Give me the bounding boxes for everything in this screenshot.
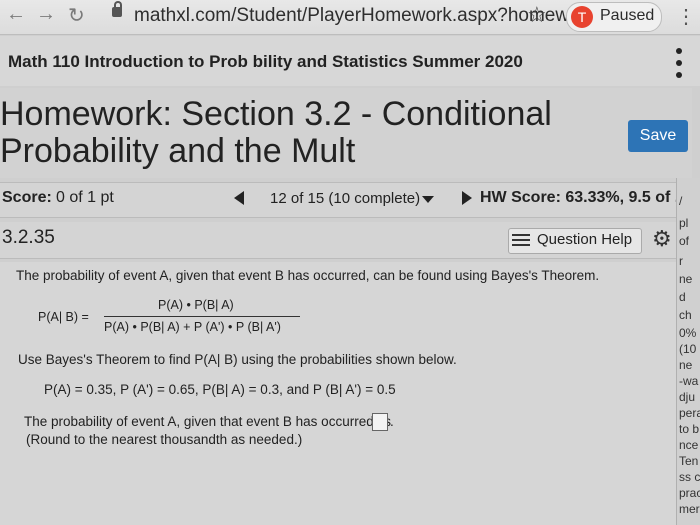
side-fragment: pera — [679, 406, 700, 420]
profile-avatar: T — [571, 6, 593, 28]
side-fragment: of — [679, 234, 690, 248]
bookmark-star-icon[interactable]: ☆ — [527, 2, 547, 28]
side-fragment: n — [679, 178, 686, 180]
side-fragment: / — [679, 194, 683, 208]
side-fragment: -wa — [679, 374, 699, 388]
instruction-text: Use Bayes's Theorem to find P(A| B) usin… — [18, 352, 457, 367]
side-panel-clipped: n / pl of r ne d ch 0% (10 ne -wa dju pe… — [676, 178, 700, 525]
question-selector[interactable]: 12 of 15 (10 complete) — [270, 190, 420, 207]
given-probabilities: P(A) = 0.35, P (A') = 0.65, P(B| A) = 0.… — [44, 382, 396, 397]
side-fragment: mer — [679, 502, 700, 516]
rounding-note: (Round to the nearest thousandth as need… — [26, 432, 303, 447]
list-icon — [512, 234, 530, 246]
side-fragment: ch — [679, 308, 692, 322]
hw-score: HW Score: 63.33%, 9.5 of ... — [480, 189, 689, 206]
save-button[interactable]: Save — [628, 120, 688, 152]
reload-icon[interactable]: ↻ — [68, 3, 85, 28]
options-menu-icon[interactable] — [672, 48, 686, 78]
formula-numerator: P(A) • P(B| A) — [158, 298, 234, 312]
fraction-bar — [104, 316, 300, 317]
side-fragment: nce — [679, 438, 699, 452]
intro-text: The probability of event A, given that e… — [16, 268, 600, 283]
side-fragment: prac — [679, 486, 700, 500]
question-help-label: Question Help — [537, 231, 633, 248]
homework-title-line2: Probability and the Mult — [0, 132, 356, 170]
course-title: Math 110 Introduction to Prob bility and… — [8, 52, 523, 71]
side-fragment: to b — [679, 422, 700, 436]
side-fragment: 0% — [679, 326, 697, 340]
next-question-icon[interactable] — [462, 191, 472, 205]
answer-input[interactable] — [372, 413, 388, 431]
score-value: 0 of 1 pt — [56, 189, 114, 206]
question-number: 3.2.35 — [2, 227, 55, 248]
gear-icon[interactable]: ⚙ — [652, 226, 672, 252]
score-label: Score: — [2, 189, 52, 206]
side-fragment: ne — [679, 272, 693, 286]
side-fragment: d — [679, 290, 686, 304]
lock-icon — [112, 1, 122, 17]
side-fragment: ss c — [679, 470, 700, 484]
paused-label: Paused — [600, 7, 655, 24]
previous-question-icon[interactable] — [234, 191, 244, 205]
forward-arrow-icon[interactable]: → — [36, 3, 56, 26]
formula-denominator: P(A) • P(B| A) + P (A') • P (B| A') — [104, 320, 281, 334]
chevron-down-icon[interactable] — [422, 196, 434, 203]
side-fragment: dju — [679, 390, 696, 404]
side-fragment: pl — [679, 216, 689, 230]
formula-lhs: P(A| B) = — [38, 310, 89, 324]
side-fragment: r — [679, 254, 683, 268]
homework-title: Homework: Section 3.2 - Conditional Prob… — [0, 96, 560, 170]
browser-menu-icon[interactable]: ⋮ — [676, 4, 696, 29]
back-arrow-icon[interactable]: ← — [6, 3, 26, 26]
side-fragment: ne — [679, 358, 693, 372]
side-fragment: Ten — [679, 454, 699, 468]
homework-title-line1: Homework: Section 3.2 - Conditional — [0, 95, 552, 133]
side-fragment: (10 — [679, 342, 697, 356]
answer-period: . — [390, 414, 394, 429]
answer-prompt: The probability of event A, given that e… — [24, 414, 391, 429]
